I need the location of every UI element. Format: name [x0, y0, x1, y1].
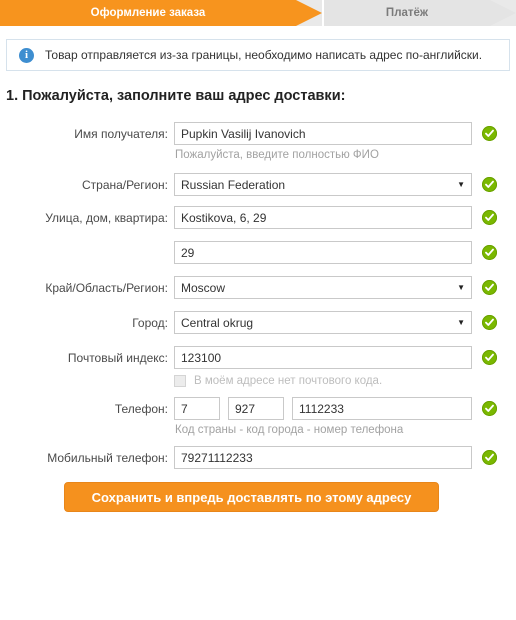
submit-row: Сохранить и впредь доставлять по этому а… — [0, 482, 516, 512]
phone-valid-icon — [482, 401, 497, 416]
recipient-input[interactable] — [174, 122, 472, 145]
form-row-country: Страна/Регион: Russian Federation ▼ — [0, 173, 516, 196]
phone-input-group — [174, 397, 472, 420]
region-select-value: Moscow — [181, 280, 226, 295]
no-postcode-checkbox-row[interactable]: В моём адресе нет почтового кода. — [174, 375, 472, 387]
form-row-phone: Телефон: Код страны - код города - номер… — [0, 397, 516, 438]
country-select-value: Russian Federation — [181, 177, 286, 192]
save-address-button[interactable]: Сохранить и впредь доставлять по этому а… — [64, 482, 439, 512]
city-select[interactable]: Central okrug ▼ — [174, 311, 472, 334]
city-label: Город: — [132, 316, 168, 330]
city-valid-icon — [482, 315, 497, 330]
form-row-city: Город: Central okrug ▼ — [0, 311, 516, 334]
info-banner: i Товар отправляется из-за границы, необ… — [6, 39, 510, 71]
street-valid-icon — [482, 210, 497, 225]
submit-spacer — [0, 482, 64, 512]
phone-number-input[interactable] — [292, 397, 472, 420]
country-select[interactable]: Russian Federation ▼ — [174, 173, 472, 196]
phone-label: Телефон: — [114, 402, 168, 416]
no-postcode-label: В моём адресе нет почтового кода. — [194, 375, 383, 387]
phone-country-code-input[interactable] — [174, 397, 220, 420]
checkout-steps: Оформление заказа Платёж — [0, 0, 516, 26]
city-select-value: Central okrug — [181, 315, 254, 330]
street-label: Улица, дом, квартира: — [45, 211, 168, 225]
mobile-label: Мобильный телефон: — [47, 451, 168, 465]
step-checkout-label: Оформление заказа — [90, 7, 206, 19]
form-row-mobile: Мобильный телефон: — [0, 446, 516, 469]
form-row-postcode: Почтовый индекс: В моём адресе нет почто… — [0, 346, 516, 389]
page-title: 1. Пожалуйста, заполните ваш адрес доста… — [6, 88, 346, 104]
no-postcode-checkbox[interactable] — [174, 375, 186, 387]
step-payment-label: Платёж — [385, 7, 429, 19]
street2-label — [0, 241, 168, 246]
phone-helper: Код страны - код города - номер телефона — [175, 424, 404, 436]
chevron-down-icon: ▼ — [457, 317, 465, 327]
mobile-input[interactable] — [174, 446, 472, 469]
recipient-label: Имя получателя: — [74, 127, 168, 141]
mobile-valid-icon — [482, 450, 497, 465]
form-row-recipient: Имя получателя: Пожалуйста, введите полн… — [0, 122, 516, 163]
step-payment[interactable]: Платёж — [324, 0, 516, 26]
region-select[interactable]: Moscow ▼ — [174, 276, 472, 299]
region-valid-icon — [482, 280, 497, 295]
country-label: Страна/Регион: — [81, 178, 168, 192]
info-banner-text: Товар отправляется из-за границы, необхо… — [45, 48, 483, 62]
street2-valid-icon — [482, 245, 497, 260]
shipping-address-form: Имя получателя: Пожалуйста, введите полн… — [0, 122, 516, 512]
form-row-street: Улица, дом, квартира: — [0, 206, 516, 229]
chevron-down-icon: ▼ — [457, 282, 465, 292]
chevron-down-icon: ▼ — [457, 179, 465, 189]
postcode-input[interactable] — [174, 346, 472, 369]
region-label: Край/Область/Регион: — [45, 281, 168, 295]
postcode-valid-icon — [482, 350, 497, 365]
street-input[interactable] — [174, 206, 472, 229]
street2-input[interactable] — [174, 241, 472, 264]
form-row-street2 — [0, 241, 516, 264]
postcode-label: Почтовый индекс: — [67, 351, 168, 365]
recipient-valid-icon — [482, 126, 497, 141]
info-icon: i — [19, 47, 34, 63]
country-valid-icon — [482, 177, 497, 192]
step-checkout[interactable]: Оформление заказа — [0, 0, 322, 26]
form-row-region: Край/Область/Регион: Moscow ▼ — [0, 276, 516, 299]
recipient-helper: Пожалуйста, введите полностью ФИО — [175, 149, 379, 161]
phone-area-code-input[interactable] — [228, 397, 284, 420]
